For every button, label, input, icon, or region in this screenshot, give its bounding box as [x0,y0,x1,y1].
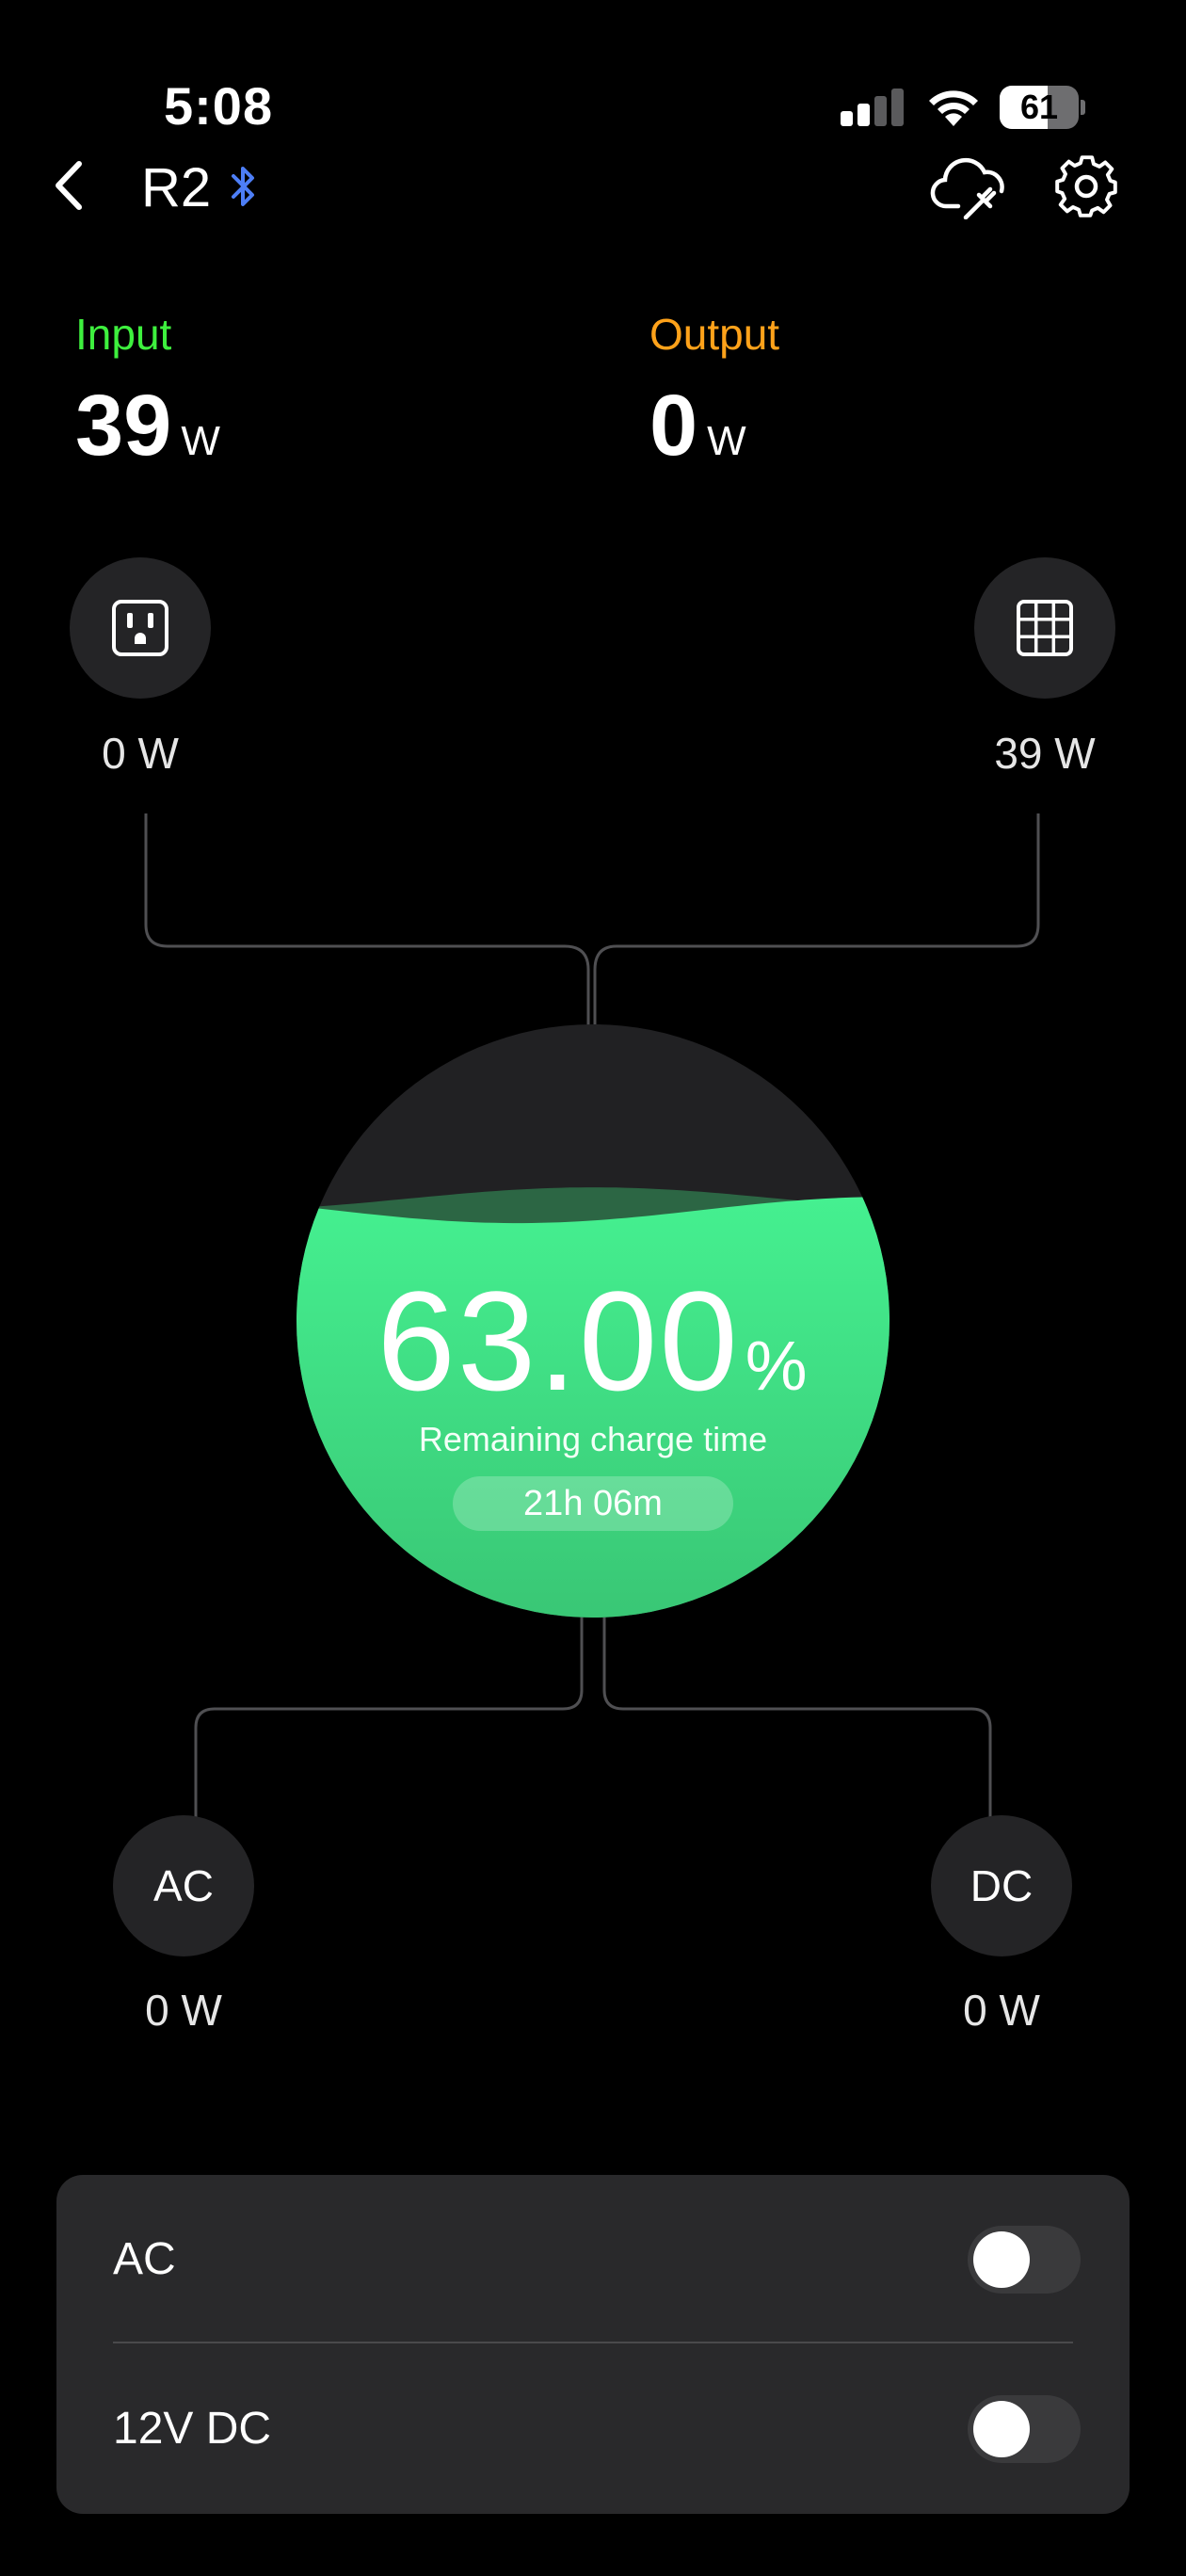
charge-value: 63.00 [377,1262,740,1420]
power-station-screen: 5:08 61 R2 Input 39 W Output 0 W 0 W 39 … [0,0,1186,2576]
dc-output-label: DC [970,1861,1034,1910]
charge-percent: 63.00% [296,1260,890,1423]
ac-output-value: 0 W [145,1986,222,2035]
charge-unit: % [745,1327,809,1405]
solar-input-node[interactable] [974,557,1115,699]
toggle-knob [973,2401,1030,2457]
grid-input-node[interactable] [70,557,211,699]
ac-switch-label: AC [113,2234,176,2284]
divider [113,2342,1073,2343]
battery-charge-gauge: 63.00% Remaining charge time 21h 06m [296,1024,890,1618]
dc-output-value: 0 W [963,1986,1040,2035]
remaining-charge-label: Remaining charge time [418,1420,768,1458]
grid-input-value: 0 W [102,729,179,778]
solar-input-value: 39 W [994,729,1096,778]
ac-output-node[interactable]: AC [113,1815,254,1956]
output-switch-panel: AC 12V DC [56,2175,1130,2514]
toggle-knob [973,2231,1030,2288]
dc-output-node[interactable]: DC [931,1815,1072,1956]
remaining-charge-time: 21h 06m [453,1476,733,1531]
ac-output-label: AC [153,1861,214,1910]
solar-panel-icon [1017,600,1073,656]
wall-outlet-icon [112,600,168,656]
dc-switch-toggle[interactable] [968,2395,1081,2463]
dc-switch-label: 12V DC [113,2404,272,2454]
ac-switch-toggle[interactable] [968,2226,1081,2294]
